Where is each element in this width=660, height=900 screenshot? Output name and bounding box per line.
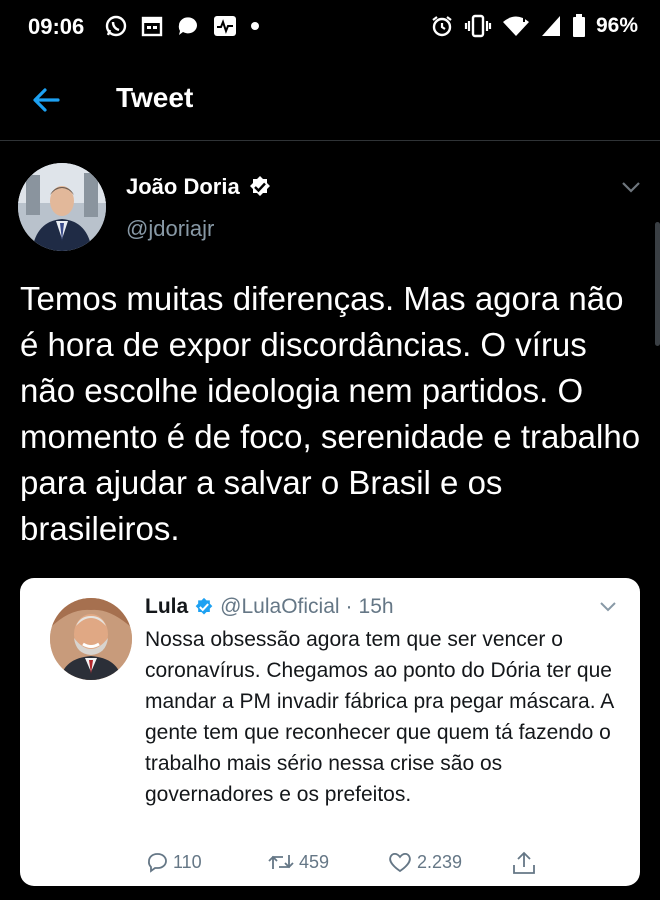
- vibrate-icon: [464, 14, 492, 38]
- author-name[interactable]: João Doria: [126, 174, 272, 200]
- avatar[interactable]: [18, 163, 106, 251]
- alarm-icon: [430, 14, 454, 38]
- chevron-down-icon[interactable]: [620, 180, 642, 199]
- tweet-text: Temos muitas diferenças. Mas agora não é…: [20, 280, 641, 547]
- wifi-icon: [502, 14, 530, 38]
- back-arrow-icon[interactable]: [28, 82, 64, 118]
- calendar-icon: [140, 14, 164, 38]
- activity-icon: [212, 14, 238, 38]
- system-icons: 96%: [430, 14, 638, 38]
- quoted-tweet-card[interactable]: Lula @LulaOficial · 15h Nossa obsessão a…: [20, 578, 640, 886]
- quoted-tweet-text: Nossa obsessão agora tem que ser vencer …: [145, 628, 614, 806]
- dot-icon: [250, 14, 260, 38]
- author-name-text: João Doria: [126, 174, 240, 199]
- separator: ·: [345, 595, 353, 618]
- reply-icon: [145, 850, 169, 874]
- retweet-icon: [267, 850, 295, 874]
- tweet-author: João Doria @jdoriajr: [0, 160, 660, 260]
- author-handle: @jdoriajr: [126, 216, 215, 241]
- chat-bubble-icon: [176, 14, 200, 38]
- quoted-author-name[interactable]: Lula: [145, 595, 188, 619]
- like-count: 2.239: [417, 851, 463, 872]
- share-button[interactable]: [511, 850, 537, 876]
- status-time: 09:06: [28, 14, 85, 39]
- verified-badge-icon: [248, 175, 272, 199]
- quoted-tweet-header: Lula @LulaOficial · 15h: [145, 595, 394, 619]
- reply-count: 110: [173, 851, 202, 872]
- tweet-actions: 110 459 2.239: [145, 850, 545, 878]
- quoted-timestamp[interactable]: 15h: [359, 595, 394, 619]
- status-bar: 09:06 96%: [0, 0, 660, 56]
- signal-icon: [540, 14, 562, 38]
- quoted-avatar[interactable]: [50, 598, 132, 680]
- app-header: Tweet: [0, 60, 660, 141]
- page-title: Tweet: [116, 82, 194, 113]
- notification-icons: [104, 14, 260, 38]
- retweet-button[interactable]: 459: [267, 850, 329, 874]
- quoted-author-handle[interactable]: @LulaOficial: [220, 595, 339, 619]
- scrollbar[interactable]: [655, 222, 660, 346]
- share-icon: [511, 850, 537, 876]
- like-button[interactable]: 2.239: [387, 850, 462, 874]
- chevron-down-icon[interactable]: [598, 600, 618, 618]
- whatsapp-icon: [104, 14, 128, 38]
- battery-percent: 96%: [595, 14, 638, 37]
- verified-badge-icon: [194, 597, 214, 617]
- retweet-count: 459: [299, 851, 330, 872]
- reply-button[interactable]: 110: [145, 850, 202, 874]
- heart-icon: [387, 850, 413, 874]
- battery-icon: [572, 14, 586, 38]
